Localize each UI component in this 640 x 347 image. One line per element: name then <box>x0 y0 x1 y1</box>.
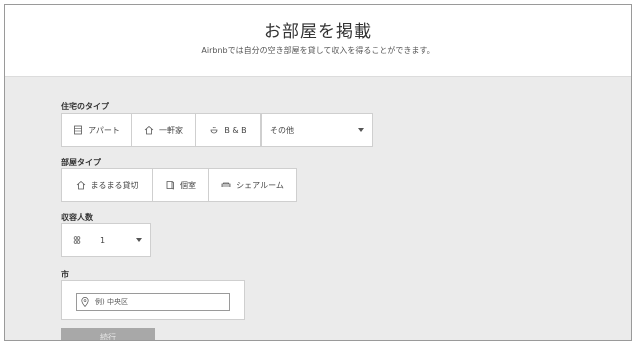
apartment-icon <box>73 125 83 135</box>
header: お部屋を掲載 Airbnbでは自分の空き部屋を貸して収入を得ることができます。 <box>5 5 631 77</box>
room-type-option-label: まるまる貸切 <box>90 180 139 190</box>
home-type-other-select[interactable]: その他 <box>261 113 373 147</box>
home-type-option-label: 一軒家 <box>159 125 183 135</box>
room-type-option-label: シェアルーム <box>236 180 284 190</box>
room-type-selector: まるまる貸切 個室 シェアルーム <box>61 168 297 202</box>
city-label: 市 <box>61 270 69 279</box>
chevron-down-icon <box>358 128 364 132</box>
capacity-select[interactable]: 1 <box>61 223 151 257</box>
city-input[interactable]: 例) 中央区 <box>76 293 230 311</box>
city-panel: 例) 中央区 <box>61 280 245 320</box>
continue-button[interactable]: 続行 <box>61 328 155 340</box>
home-type-label: 住宅のタイプ <box>61 102 109 111</box>
home-type-option-house[interactable]: 一軒家 <box>132 114 196 146</box>
room-type-option-entire-home[interactable]: まるまる貸切 <box>62 169 153 201</box>
home-type-option-label: B & B <box>224 125 247 135</box>
app-frame: お部屋を掲載 Airbnbでは自分の空き部屋を貸して収入を得ることができます。 … <box>4 4 632 341</box>
home-type-selector: アパート 一軒家 B & B <box>61 113 261 147</box>
entire-home-icon <box>76 180 86 190</box>
people-icon <box>72 235 82 245</box>
shared-room-icon <box>221 180 231 190</box>
room-type-label: 部屋タイプ <box>61 158 101 167</box>
room-type-option-label: 個室 <box>180 180 196 190</box>
room-type-option-shared-room[interactable]: シェアルーム <box>209 169 296 201</box>
location-pin-icon <box>81 297 89 307</box>
private-room-icon <box>165 180 175 190</box>
chevron-down-icon <box>136 238 142 242</box>
city-input-placeholder: 例) 中央区 <box>95 298 128 306</box>
bed-and-breakfast-icon <box>209 125 219 135</box>
home-type-option-apartment[interactable]: アパート <box>62 114 132 146</box>
house-icon <box>144 125 154 135</box>
home-type-option-label: アパート <box>88 125 120 135</box>
page-title: お部屋を掲載 <box>264 22 372 42</box>
capacity-value: 1 <box>100 235 106 245</box>
capacity-label: 収容人数 <box>61 213 93 222</box>
home-type-other-value: その他 <box>270 125 294 135</box>
page-subtitle: Airbnbでは自分の空き部屋を貸して収入を得ることができます。 <box>201 46 435 55</box>
room-type-option-private-room[interactable]: 個室 <box>153 169 209 201</box>
home-type-option-bnb[interactable]: B & B <box>196 114 260 146</box>
